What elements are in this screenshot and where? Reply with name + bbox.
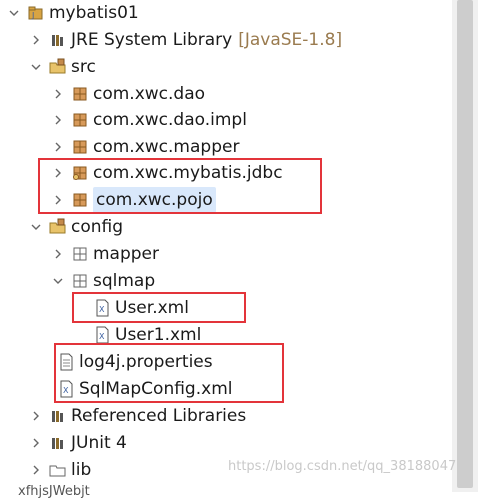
library-icon (49, 31, 67, 49)
tree-item-file[interactable]: X User1.xml (86, 322, 201, 348)
tree-item-package[interactable]: com.xwc.dao.impl (52, 107, 247, 133)
package-label: com.xwc.mybatis.jdbc (93, 163, 283, 183)
chevron-right-icon[interactable] (30, 457, 42, 483)
tree-item-file[interactable]: log4j.properties (52, 349, 213, 375)
library-icon (49, 434, 67, 452)
file-label: log4j.properties (79, 352, 213, 372)
referenced-label: Referenced Libraries (71, 406, 247, 426)
package-icon (71, 164, 89, 182)
xml-file-icon: X (93, 299, 111, 317)
chevron-right-icon[interactable] (52, 187, 64, 213)
svg-text:X: X (99, 305, 105, 314)
chevron-right-icon[interactable] (52, 107, 64, 133)
junit-label: JUnit 4 (71, 433, 127, 453)
tree-item-project[interactable]: J mybatis01 (8, 0, 139, 26)
xml-file-icon: X (93, 326, 111, 344)
folder-icon (49, 461, 67, 479)
chevron-right-icon[interactable] (30, 403, 42, 429)
chevron-right-icon[interactable] (52, 241, 64, 267)
source-folder-icon (49, 218, 67, 236)
tree-item-jre[interactable]: JRE System Library [JavaSE-1.8] (30, 27, 342, 53)
tree-item-src[interactable]: src (30, 54, 96, 80)
tree-item-package[interactable]: com.xwc.dao (52, 81, 205, 107)
chevron-right-icon[interactable] (52, 134, 64, 160)
tree-item-file[interactable]: X User.xml (86, 295, 189, 321)
package-icon (71, 85, 89, 103)
text-file-icon (57, 353, 75, 371)
package-label: com.xwc.dao (93, 84, 206, 104)
library-icon (49, 407, 67, 425)
source-folder-icon (49, 58, 67, 76)
chevron-right-icon[interactable] (52, 160, 64, 186)
file-label: User.xml (115, 298, 189, 318)
jre-decoration: [JavaSE-1.8] (238, 30, 343, 50)
tree-item-config[interactable]: config (30, 214, 123, 240)
project-label: mybatis01 (49, 3, 139, 23)
tree-item-package[interactable]: com.xwc.mybatis.jdbc (52, 160, 283, 186)
chevron-down-icon[interactable] (30, 214, 42, 240)
tree-item-package-selected[interactable]: com.xwc.pojo (52, 187, 216, 213)
package-icon (71, 191, 89, 209)
file-label: SqlMapConfig.xml (79, 379, 233, 399)
tree-item-file[interactable]: X SqlMapConfig.xml (52, 376, 232, 402)
svg-text:X: X (63, 386, 69, 395)
tree-item-sqlmap-folder[interactable]: sqlmap (52, 268, 155, 294)
config-label: config (71, 217, 124, 237)
svg-text:J: J (31, 11, 34, 20)
tree-item-lib[interactable]: lib (30, 457, 91, 483)
package-label: com.xwc.pojo (93, 187, 216, 213)
file-label: User1.xml (115, 325, 202, 345)
tree-item-package[interactable]: com.xwc.mapper (52, 134, 239, 160)
jre-label: JRE System Library (71, 30, 233, 50)
chevron-right-icon[interactable] (52, 81, 64, 107)
tree-item-referenced-libraries[interactable]: Referenced Libraries (30, 403, 246, 429)
src-label: src (71, 57, 96, 77)
chevron-right-icon[interactable] (30, 430, 42, 456)
package-label: com.xwc.dao.impl (93, 110, 247, 130)
lib-label: lib (71, 460, 92, 480)
package-icon (71, 138, 89, 156)
vertical-scrollbar-thumb[interactable] (457, 0, 473, 488)
chevron-right-icon[interactable] (30, 27, 42, 53)
chevron-down-icon[interactable] (30, 54, 42, 80)
empty-package-icon (71, 272, 89, 290)
package-label: com.xwc.mapper (93, 137, 240, 157)
watermark: https://blog.csdn.net/qq_38188047 (228, 459, 457, 474)
sqlmap-folder-label: sqlmap (93, 271, 156, 291)
chevron-down-icon[interactable] (8, 0, 20, 26)
tree-item-mapper-folder[interactable]: mapper (52, 241, 159, 267)
mapper-folder-label: mapper (93, 244, 160, 264)
xml-file-icon: X (57, 380, 75, 398)
package-icon (71, 111, 89, 129)
empty-package-icon (71, 245, 89, 263)
java-project-icon: J (27, 4, 45, 22)
svg-text:X: X (99, 332, 105, 341)
tree-item-junit[interactable]: JUnit 4 (30, 430, 127, 456)
chevron-down-icon[interactable] (52, 268, 64, 294)
